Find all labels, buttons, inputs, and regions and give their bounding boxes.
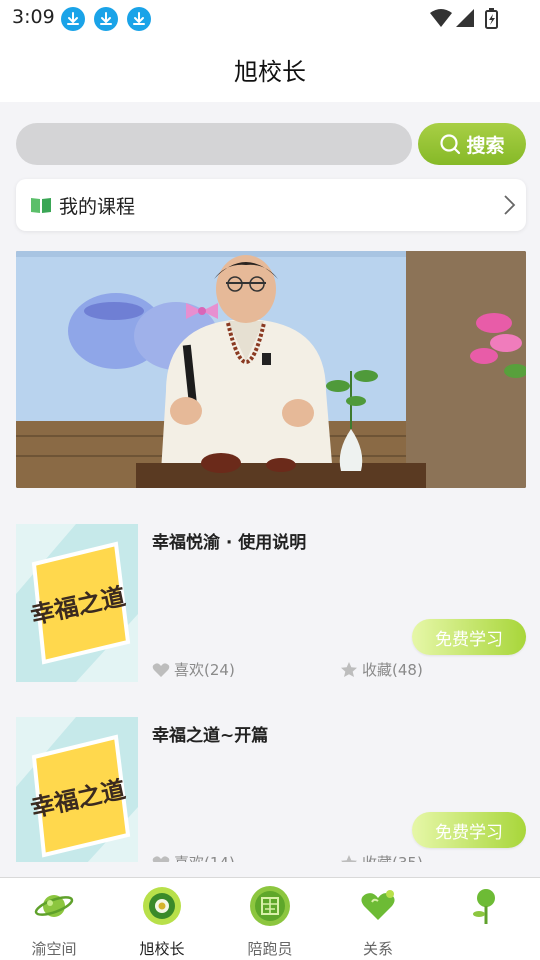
nav-item-yu-space[interactable]: 渝空间 xyxy=(0,878,108,960)
heart-icon xyxy=(152,855,170,862)
nav-item-principal[interactable]: 旭校长 xyxy=(108,878,216,960)
nav-label: 关系 xyxy=(362,940,393,958)
favorite-count[interactable]: 收藏(35) xyxy=(340,852,423,862)
nav-item-companion[interactable]: 陪跑员 xyxy=(216,878,324,960)
chevron-right-icon xyxy=(504,195,516,215)
nav-label: 陪跑员 xyxy=(247,940,293,958)
download-icon xyxy=(127,7,151,31)
status-bar: 3:09 xyxy=(0,0,540,36)
book-icon xyxy=(31,198,51,213)
bottom-nav: 渝空间 旭校长 陪跑员 关系 xyxy=(0,877,540,960)
like-count[interactable]: 喜欢(14) xyxy=(152,852,235,862)
nav-label: 旭校长 xyxy=(139,940,185,958)
course-card[interactable]: 幸福之道 幸福悦渝 · 使用说明 免费学习 喜欢(24) 收藏(48) xyxy=(16,524,526,682)
wifi-icon xyxy=(430,9,452,27)
course-card[interactable]: 幸福之道 幸福之道~开篇 免费学习 喜欢(14) 收藏(35) xyxy=(16,717,526,862)
course-title[interactable]: 幸福之道~开篇 xyxy=(152,721,268,746)
course-thumbnail[interactable]: 幸福之道 xyxy=(16,717,138,862)
nav-item-relations[interactable]: 关系 xyxy=(324,878,432,960)
search-button-label: 搜索 xyxy=(466,134,505,157)
my-courses-label: 我的课程 xyxy=(59,196,136,218)
status-time: 3:09 xyxy=(12,6,55,28)
nav-item-5[interactable] xyxy=(432,878,540,960)
free-study-button[interactable]: 免费学习 xyxy=(412,812,526,848)
star-icon xyxy=(341,855,357,862)
like-count[interactable]: 喜欢(24) xyxy=(152,659,235,680)
download-icon xyxy=(61,7,85,31)
free-study-button[interactable]: 免费学习 xyxy=(412,619,526,655)
status-icons xyxy=(430,8,500,34)
my-courses-row[interactable]: 我的课程 xyxy=(16,179,526,231)
search-input[interactable] xyxy=(16,123,412,165)
like-label: 喜欢(24) xyxy=(174,661,235,679)
search-button[interactable]: 搜索 xyxy=(418,123,526,165)
signal-icon xyxy=(456,9,474,27)
star-icon xyxy=(341,662,357,677)
download-icon xyxy=(94,7,118,31)
favorite-label: 收藏(35) xyxy=(362,852,423,862)
favorite-label: 收藏(48) xyxy=(362,661,423,679)
heart-icon xyxy=(361,890,395,920)
sprout-icon xyxy=(473,889,495,924)
favorite-count[interactable]: 收藏(48) xyxy=(340,659,423,680)
planet-icon xyxy=(34,895,74,917)
heart-icon xyxy=(152,662,170,677)
like-label: 喜欢(14) xyxy=(174,852,235,862)
battery-icon xyxy=(485,8,498,29)
seal-icon xyxy=(250,886,290,926)
course-thumbnail[interactable]: 幸福之道 xyxy=(16,524,138,682)
course-title[interactable]: 幸福悦渝 · 使用说明 xyxy=(152,528,306,553)
page-title: 旭校长 xyxy=(234,58,306,86)
target-icon xyxy=(143,887,181,925)
title-bar: 旭校长 xyxy=(0,36,540,102)
nav-label: 渝空间 xyxy=(31,940,77,958)
search-icon xyxy=(440,134,461,155)
banner-image[interactable] xyxy=(16,251,526,488)
